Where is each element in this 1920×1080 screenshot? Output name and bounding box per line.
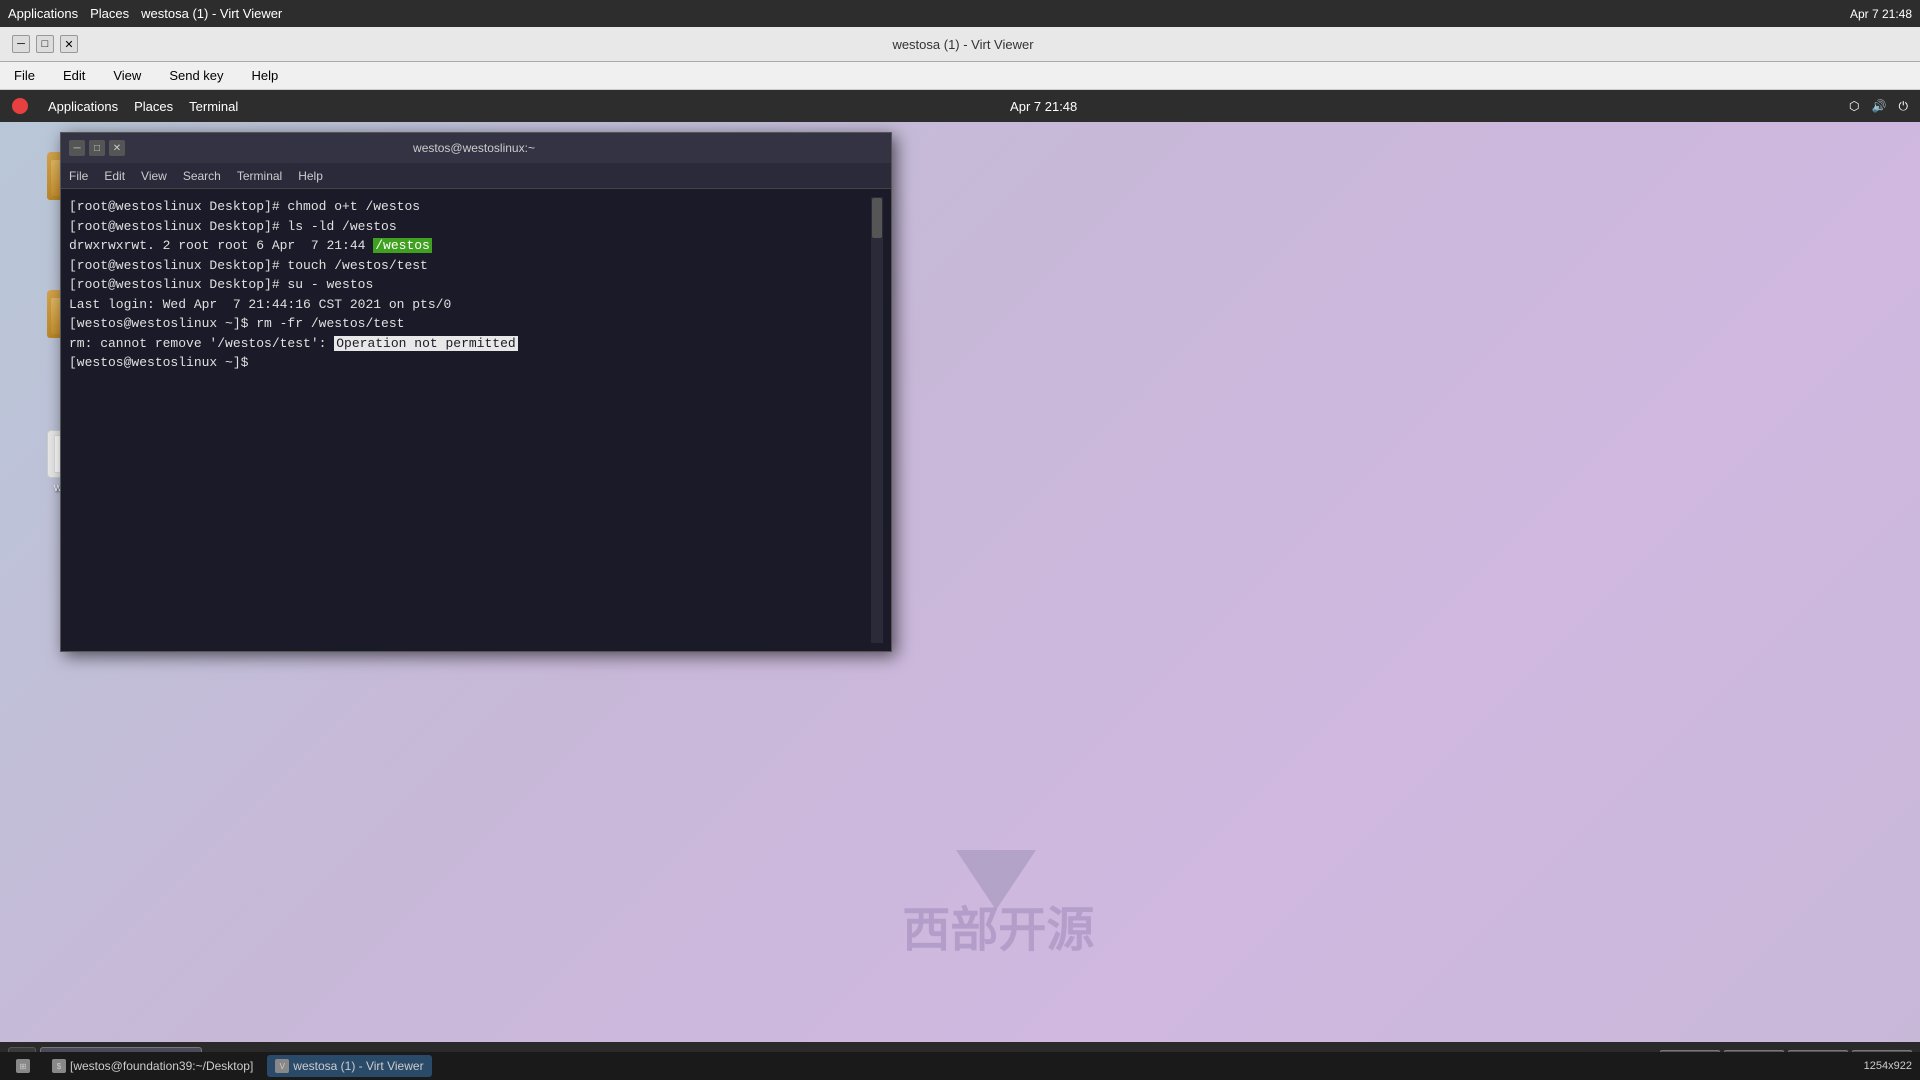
host-taskbar-virt[interactable]: V westosa (1) - Virt Viewer xyxy=(267,1055,431,1077)
host-virt-icon: V xyxy=(275,1059,289,1073)
os-apps-label[interactable]: Applications xyxy=(8,6,78,21)
terminal-content: [root@westoslinux Desktop]# chmod o+t /w… xyxy=(69,197,871,643)
os-datetime: Apr 7 21:48 xyxy=(1850,7,1912,21)
maximize-button[interactable]: □ xyxy=(36,35,54,53)
volume-icon: 🔊 xyxy=(1872,99,1887,113)
host-resolution: 1254x922 xyxy=(1864,1060,1912,1072)
virt-viewer-menubar: File Edit View Send key Help xyxy=(0,62,1920,90)
os-topbar: Applications Places westosa (1) - Virt V… xyxy=(0,0,1920,27)
term-win-controls[interactable]: ─ □ ✕ xyxy=(69,140,125,156)
terminal-title: westos@westoslinux:~ xyxy=(125,141,823,155)
terminal-scrollbar[interactable] xyxy=(871,197,883,643)
guest-apps-label[interactable]: Applications xyxy=(48,99,118,114)
guest-apps-icon xyxy=(12,98,28,114)
menu-file[interactable]: File xyxy=(8,66,41,85)
guest-terminal-label[interactable]: Terminal xyxy=(189,99,238,114)
term-menu-view[interactable]: View xyxy=(141,169,167,183)
os-topbar-left: Applications Places westosa (1) - Virt V… xyxy=(8,6,282,21)
guest-topbar-right: ⬡ 🔊 ⏻ xyxy=(1849,99,1908,114)
virt-viewer-win-controls[interactable]: ─ □ ✕ xyxy=(12,35,78,53)
terminal-titlebar: ─ □ ✕ westos@westoslinux:~ xyxy=(61,133,891,163)
power-icon: ⏻ xyxy=(1898,99,1908,114)
os-places-label[interactable]: Places xyxy=(90,6,129,21)
term-close-btn[interactable]: ✕ xyxy=(109,140,125,156)
host-taskbar-right: 1254x922 xyxy=(1864,1060,1912,1072)
network-icon: ⬡ xyxy=(1849,99,1859,113)
menu-edit[interactable]: Edit xyxy=(57,66,91,85)
term-maximize-btn[interactable]: □ xyxy=(89,140,105,156)
vm-desktop: Applications Places Terminal Apr 7 21:48… xyxy=(0,90,1920,1080)
host-terminal-icon: $ xyxy=(52,1059,66,1073)
term-menu-terminal[interactable]: Terminal xyxy=(237,169,282,183)
guest-topbar: Applications Places Terminal Apr 7 21:48… xyxy=(0,90,1920,122)
virt-viewer-titlebar: ─ □ ✕ westosa (1) - Virt Viewer xyxy=(0,27,1920,62)
os-topbar-right: Apr 7 21:48 xyxy=(1850,7,1912,21)
os-window-label: westosa (1) - Virt Viewer xyxy=(141,6,282,21)
host-foundation-label: [westos@foundation39:~/Desktop] xyxy=(70,1059,253,1073)
menu-help[interactable]: Help xyxy=(246,66,285,85)
term-menu-file[interactable]: File xyxy=(69,169,88,183)
term-menu-help[interactable]: Help xyxy=(298,169,323,183)
term-menu-edit[interactable]: Edit xyxy=(104,169,125,183)
terminal-body[interactable]: [root@westoslinux Desktop]# chmod o+t /w… xyxy=(61,189,891,651)
host-virt-label: westosa (1) - Virt Viewer xyxy=(293,1059,423,1073)
host-taskbar-foundation[interactable]: $ [westos@foundation39:~/Desktop] xyxy=(44,1055,261,1077)
virt-viewer-title: westosa (1) - Virt Viewer xyxy=(78,37,1848,52)
terminal-window[interactable]: ─ □ ✕ westos@westoslinux:~ File Edit Vie… xyxy=(60,132,892,652)
virt-viewer-window: ─ □ ✕ westosa (1) - Virt Viewer File Edi… xyxy=(0,27,1920,1080)
term-minimize-btn[interactable]: ─ xyxy=(69,140,85,156)
term-line-1: [root@westoslinux Desktop]# chmod o+t /w… xyxy=(69,199,518,370)
guest-topbar-left: Applications Places Terminal xyxy=(12,98,238,114)
watermark-arrow xyxy=(956,850,1036,910)
host-desktop-icon: ⊞ xyxy=(16,1059,30,1073)
menu-send-key[interactable]: Send key xyxy=(163,66,229,85)
path-highlight: /westos xyxy=(373,238,432,253)
scrollbar-thumb[interactable] xyxy=(872,198,882,238)
guest-datetime: Apr 7 21:48 xyxy=(1010,99,1077,114)
host-taskbar-desktop-btn[interactable]: ⊞ xyxy=(8,1055,38,1077)
close-button[interactable]: ✕ xyxy=(60,35,78,53)
menu-view[interactable]: View xyxy=(107,66,147,85)
error-highlight: Operation not permitted xyxy=(334,336,517,351)
guest-places-label[interactable]: Places xyxy=(134,99,173,114)
minimize-button[interactable]: ─ xyxy=(12,35,30,53)
host-taskbar: ⊞ $ [westos@foundation39:~/Desktop] V we… xyxy=(0,1052,1920,1080)
terminal-menubar: File Edit View Search Terminal Help xyxy=(61,163,891,189)
guest-topbar-center: Apr 7 21:48 xyxy=(1010,99,1077,114)
term-menu-search[interactable]: Search xyxy=(183,169,221,183)
